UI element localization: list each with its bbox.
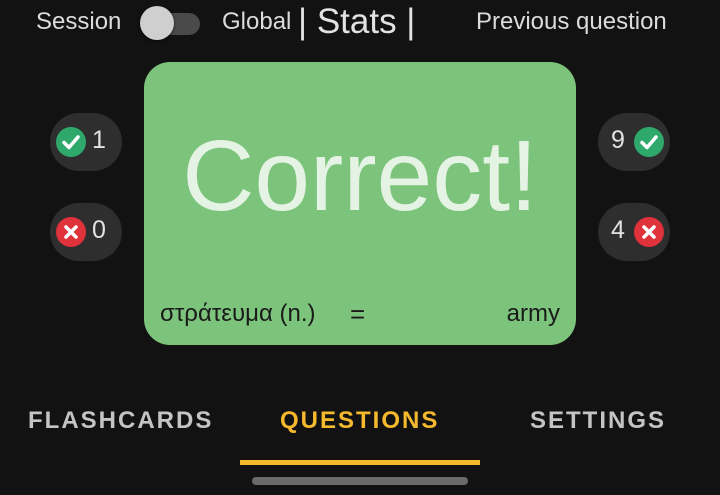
- result-card[interactable]: Correct! στράτευμα (n.) = army: [144, 62, 576, 345]
- x-circle-icon: [56, 217, 86, 247]
- session-global-toggle[interactable]: [140, 6, 202, 40]
- result-text: Correct!: [182, 120, 538, 232]
- session-incorrect-count: 0: [92, 216, 106, 244]
- session-incorrect-pill: 0: [50, 203, 122, 261]
- global-correct-count: 9: [611, 126, 625, 154]
- global-incorrect-count: 4: [611, 216, 625, 244]
- session-label: Session: [36, 8, 122, 35]
- global-correct-pill: 9: [598, 113, 670, 171]
- check-circle-icon: [634, 127, 664, 157]
- translation: army: [506, 300, 560, 327]
- active-tab-indicator: [240, 460, 480, 465]
- check-circle-icon: [56, 127, 86, 157]
- tab-questions[interactable]: QUESTIONS: [280, 407, 439, 435]
- toggle-thumb: [140, 6, 174, 40]
- tab-flashcards[interactable]: FLASHCARDS: [28, 407, 213, 435]
- tab-settings[interactable]: SETTINGS: [530, 407, 666, 435]
- global-incorrect-pill: 4: [598, 203, 670, 261]
- question-word: στράτευμα (n.): [160, 300, 316, 327]
- session-correct-count: 1: [92, 126, 106, 154]
- equals-sign: =: [350, 299, 366, 329]
- gesture-home-bar[interactable]: [252, 477, 468, 485]
- previous-question-link[interactable]: Previous question: [476, 8, 667, 36]
- global-label: Global: [222, 8, 292, 35]
- x-circle-icon: [634, 217, 664, 247]
- stats-title: | Stats |: [298, 2, 416, 41]
- session-correct-pill: 1: [50, 113, 122, 171]
